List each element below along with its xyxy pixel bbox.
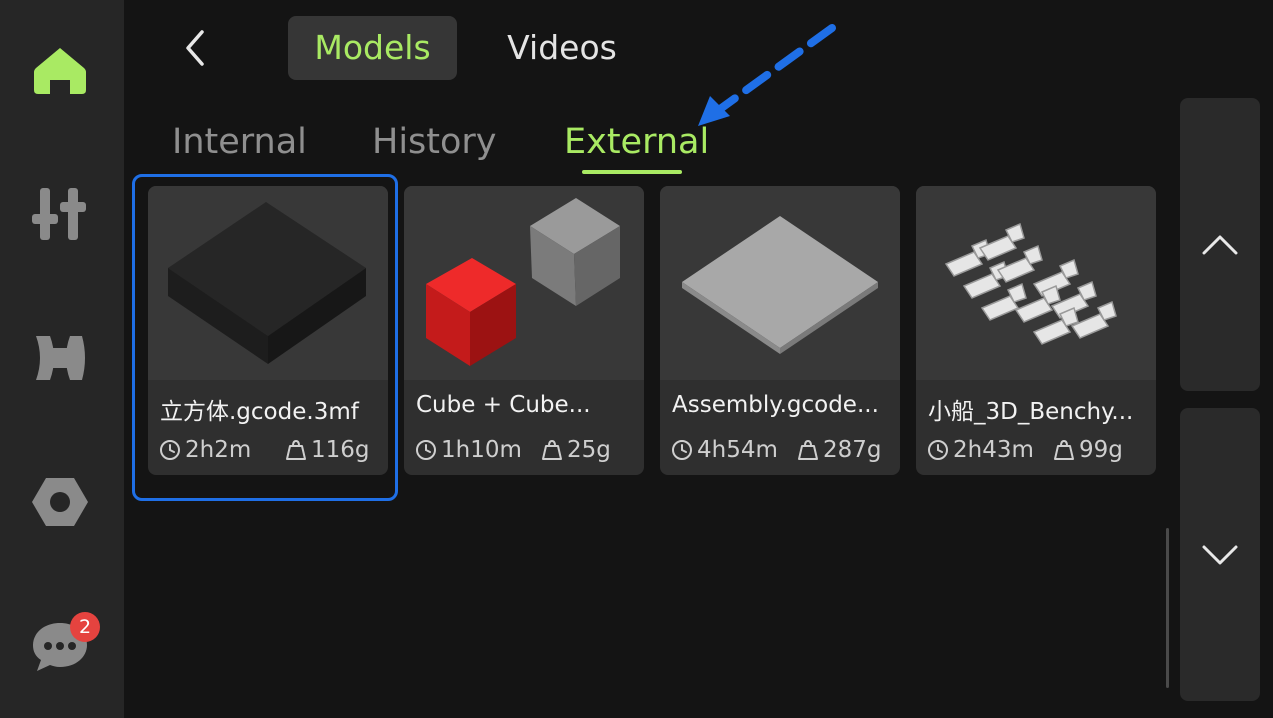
weight-icon	[798, 440, 818, 460]
chevron-up-icon	[1202, 235, 1238, 254]
filament-weight: 287g	[796, 436, 882, 464]
model-thumbnail	[148, 186, 388, 380]
clock-icon	[160, 440, 180, 460]
subtab-external[interactable]: External	[564, 118, 709, 166]
model-thumbnail	[404, 186, 644, 380]
sidebar-item-controls[interactable]	[22, 176, 98, 252]
filament-weight: 25g	[540, 436, 611, 464]
filament-spool-icon	[36, 336, 85, 380]
scrollbar[interactable]	[1166, 528, 1169, 688]
tab-videos[interactable]: Videos	[478, 16, 646, 80]
chevron-down-icon	[1202, 545, 1238, 564]
active-subtab-underline	[582, 170, 682, 174]
sidebar-item-settings[interactable]	[22, 464, 98, 540]
weight-icon	[542, 440, 562, 460]
hex-nut-icon	[32, 478, 88, 526]
model-name: Cube + Cube...	[416, 392, 591, 418]
home-icon	[34, 48, 86, 94]
weight-icon	[286, 440, 306, 460]
filament-weight: 99g	[1052, 436, 1123, 464]
model-thumbnail	[660, 186, 900, 380]
sliders-icon	[32, 188, 86, 240]
annotation-arrow-icon	[698, 24, 836, 126]
model-thumbnail	[916, 186, 1156, 380]
tab-models[interactable]: Models	[288, 16, 457, 80]
back-button[interactable]	[172, 22, 218, 74]
weight-icon	[1054, 440, 1074, 460]
subtab-internal[interactable]: Internal	[172, 118, 307, 166]
subtab-history[interactable]: History	[372, 118, 497, 166]
scroll-down-button[interactable]	[1180, 408, 1260, 701]
sidebar: 2	[0, 0, 124, 718]
print-time: 2h43m	[926, 436, 1034, 464]
model-card[interactable]: Assembly.gcode... 4h54m 287g	[660, 186, 900, 475]
clock-icon	[416, 440, 436, 460]
notification-badge: 2	[70, 612, 100, 642]
clock-icon	[928, 440, 948, 460]
sidebar-item-home[interactable]	[22, 32, 98, 108]
filament-weight: 116g	[284, 436, 370, 464]
model-name: Assembly.gcode...	[672, 392, 879, 418]
sidebar-item-filament[interactable]	[22, 320, 98, 396]
print-time: 4h54m	[670, 436, 778, 464]
model-name: 小船_3D_Benchy...	[928, 399, 1134, 425]
model-card[interactable]: 小船_3D_Benchy... 2h43m 99g	[916, 186, 1156, 475]
model-name: 立方体.gcode.3mf	[160, 399, 359, 425]
scroll-up-button[interactable]	[1180, 98, 1260, 391]
model-card[interactable]: Cube + Cube... 1h10m 25g	[404, 186, 644, 475]
clock-icon	[672, 440, 692, 460]
model-card[interactable]: 立方体.gcode.3mf 2h2m 116g	[148, 186, 388, 475]
chevron-left-icon	[186, 30, 204, 66]
print-time: 1h10m	[414, 436, 522, 464]
print-time: 2h2m	[158, 436, 251, 464]
